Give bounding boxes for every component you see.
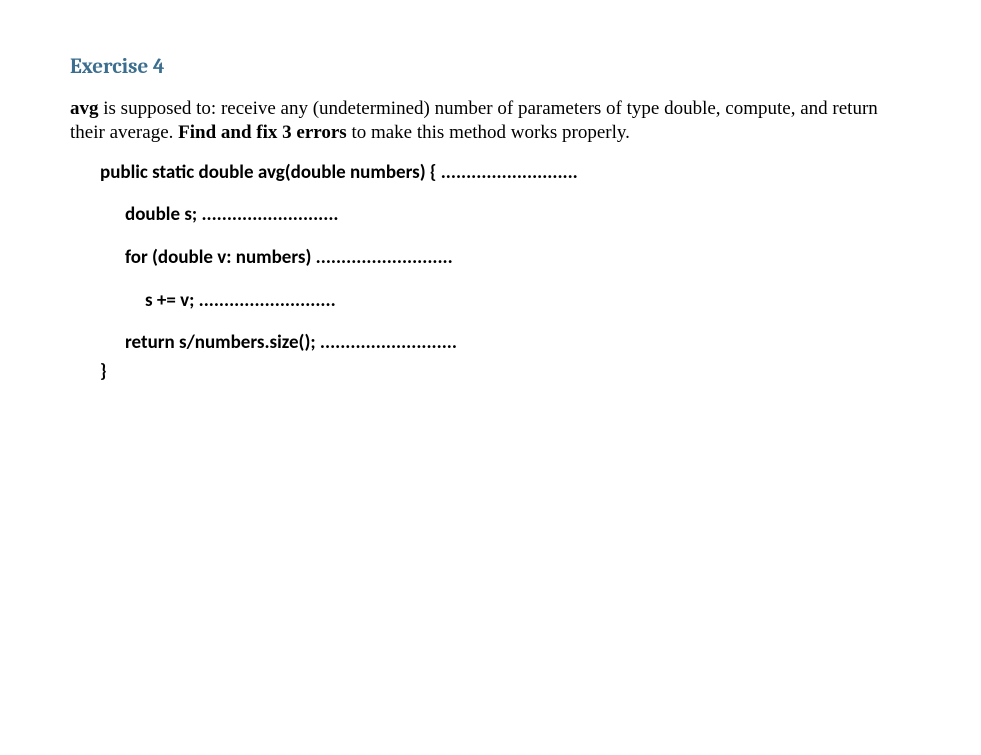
code-line-1: public static double avg(double numbers)… (70, 161, 911, 186)
code-line-4: s += v; ........................... (70, 289, 911, 314)
code-line-6: } (70, 360, 911, 385)
code-line-5: return s/numbers.size(); ...............… (70, 331, 911, 356)
exercise-description: avg is supposed to: receive any (undeter… (70, 97, 911, 145)
desc-part4: to make this method works properly. (347, 122, 630, 143)
desc-avg-bold: avg (70, 98, 99, 119)
exercise-heading: Exercise 4 (70, 55, 911, 79)
code-line-3: for (double v: numbers) ................… (70, 246, 911, 271)
code-block: public static double avg(double numbers)… (70, 161, 911, 385)
desc-fix-bold: Find and fix 3 errors (178, 122, 347, 143)
exercise-page: Exercise 4 avg is supposed to: receive a… (0, 0, 981, 385)
code-line-2: double s; ........................... (70, 203, 911, 228)
